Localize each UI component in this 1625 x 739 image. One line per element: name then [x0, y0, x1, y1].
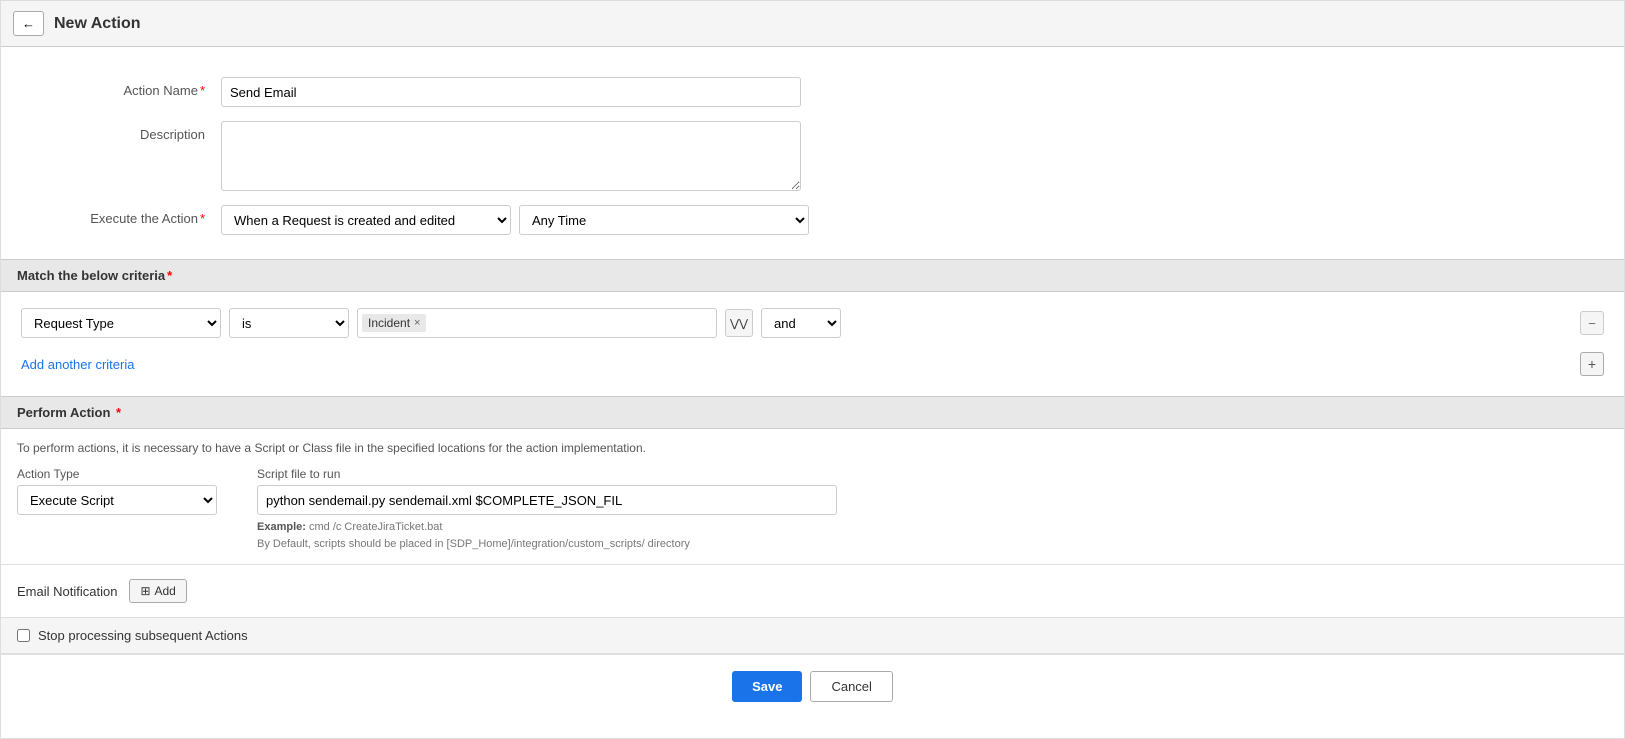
- criteria-condition-select[interactable]: is is not contains: [229, 308, 349, 338]
- criteria-tag: Incident ×: [362, 314, 426, 332]
- criteria-title: Match the below criteria: [17, 268, 165, 283]
- cancel-button[interactable]: Cancel: [810, 671, 892, 702]
- criteria-tag-value: Incident: [368, 316, 410, 330]
- plus-icon: +: [1588, 356, 1596, 372]
- criteria-field-select[interactable]: Request Type Status Priority Category Te…: [21, 308, 221, 338]
- action-type-label: Action Type: [17, 467, 217, 481]
- criteria-section-header: Match the below criteria*: [1, 259, 1624, 292]
- execute-when-select[interactable]: When a Request is created and edited Whe…: [221, 205, 511, 235]
- action-name-input[interactable]: [221, 77, 801, 107]
- hint-example-value: cmd /c CreateJiraTicket.bat: [309, 521, 442, 533]
- content-wrapper: ← New Action Action Name* Description: [0, 0, 1625, 739]
- perform-section-header: Perform Action *: [1, 396, 1624, 429]
- add-criteria-row: Add another criteria +: [21, 348, 1604, 380]
- back-icon: ←: [22, 16, 35, 31]
- hint-example-label: Example:: [257, 521, 306, 533]
- add-email-notification-button[interactable]: ⊞ Add: [129, 579, 186, 603]
- perform-required-star: *: [112, 405, 121, 420]
- execute-time-select[interactable]: Any Time During Business Hours Outside B…: [519, 205, 809, 235]
- page-header: ← New Action: [1, 1, 1624, 47]
- page-title: New Action: [54, 15, 141, 33]
- expand-icon: ⋁⋁: [730, 317, 748, 330]
- description-label: Description: [21, 121, 221, 142]
- page-wrapper: ← New Action Action Name* Description: [0, 0, 1625, 739]
- add-criteria-link[interactable]: Add another criteria: [21, 357, 134, 372]
- required-star-execute: *: [200, 211, 205, 226]
- add-criteria-plus-button[interactable]: +: [1580, 352, 1604, 376]
- add-label: Add: [155, 584, 176, 598]
- execute-selects: When a Request is created and edited Whe…: [221, 205, 809, 235]
- execute-action-row: Execute the Action* When a Request is cr…: [21, 205, 1604, 235]
- criteria-remove-button[interactable]: −: [1580, 311, 1604, 335]
- footer-buttons: Save Cancel: [1, 654, 1624, 718]
- script-file-col: Script file to run Example: cmd /c Creat…: [257, 467, 837, 552]
- save-button[interactable]: Save: [732, 671, 802, 702]
- perform-section: To perform actions, it is necessary to h…: [1, 429, 1624, 564]
- form-section: Action Name* Description Execute the Act…: [1, 67, 1624, 259]
- email-notification-label: Email Notification: [17, 584, 117, 599]
- hint-default: By Default, scripts should be placed in …: [257, 538, 690, 550]
- back-button[interactable]: ←: [13, 11, 44, 36]
- email-notification-row: Email Notification ⊞ Add: [1, 564, 1624, 617]
- criteria-tag-remove[interactable]: ×: [414, 317, 420, 329]
- main-form: Action Name* Description Execute the Act…: [1, 47, 1624, 738]
- action-type-row: Action Type Execute Script Send Email HT…: [17, 467, 1608, 552]
- criteria-section: Request Type Status Priority Category Te…: [1, 292, 1624, 396]
- action-type-select[interactable]: Execute Script Send Email HTTP Request: [17, 485, 217, 515]
- criteria-expand-button[interactable]: ⋁⋁: [725, 309, 753, 337]
- criteria-required-star: *: [167, 268, 172, 283]
- script-file-input[interactable]: [257, 485, 837, 515]
- perform-title: Perform Action: [17, 405, 110, 420]
- required-star: *: [200, 83, 205, 98]
- criteria-logic-select[interactable]: and or: [761, 308, 841, 338]
- stop-processing-section: Stop processing subsequent Actions: [1, 617, 1624, 654]
- criteria-row: Request Type Status Priority Category Te…: [21, 308, 1604, 338]
- action-type-col: Action Type Execute Script Send Email HT…: [17, 467, 217, 515]
- action-name-label: Action Name*: [21, 77, 221, 98]
- perform-description: To perform actions, it is necessary to h…: [17, 441, 1608, 455]
- script-file-label: Script file to run: [257, 467, 837, 481]
- script-hint: Example: cmd /c CreateJiraTicket.bat By …: [257, 519, 837, 552]
- stop-processing-label: Stop processing subsequent Actions: [38, 628, 248, 643]
- stop-processing-checkbox[interactable]: [17, 629, 30, 642]
- description-input[interactable]: [221, 121, 801, 191]
- action-name-row: Action Name*: [21, 77, 1604, 107]
- minus-icon: −: [1588, 316, 1596, 331]
- execute-label: Execute the Action*: [21, 205, 221, 226]
- add-icon: ⊞: [140, 584, 150, 598]
- description-row: Description: [21, 121, 1604, 191]
- criteria-value-container: Incident ×: [357, 308, 717, 338]
